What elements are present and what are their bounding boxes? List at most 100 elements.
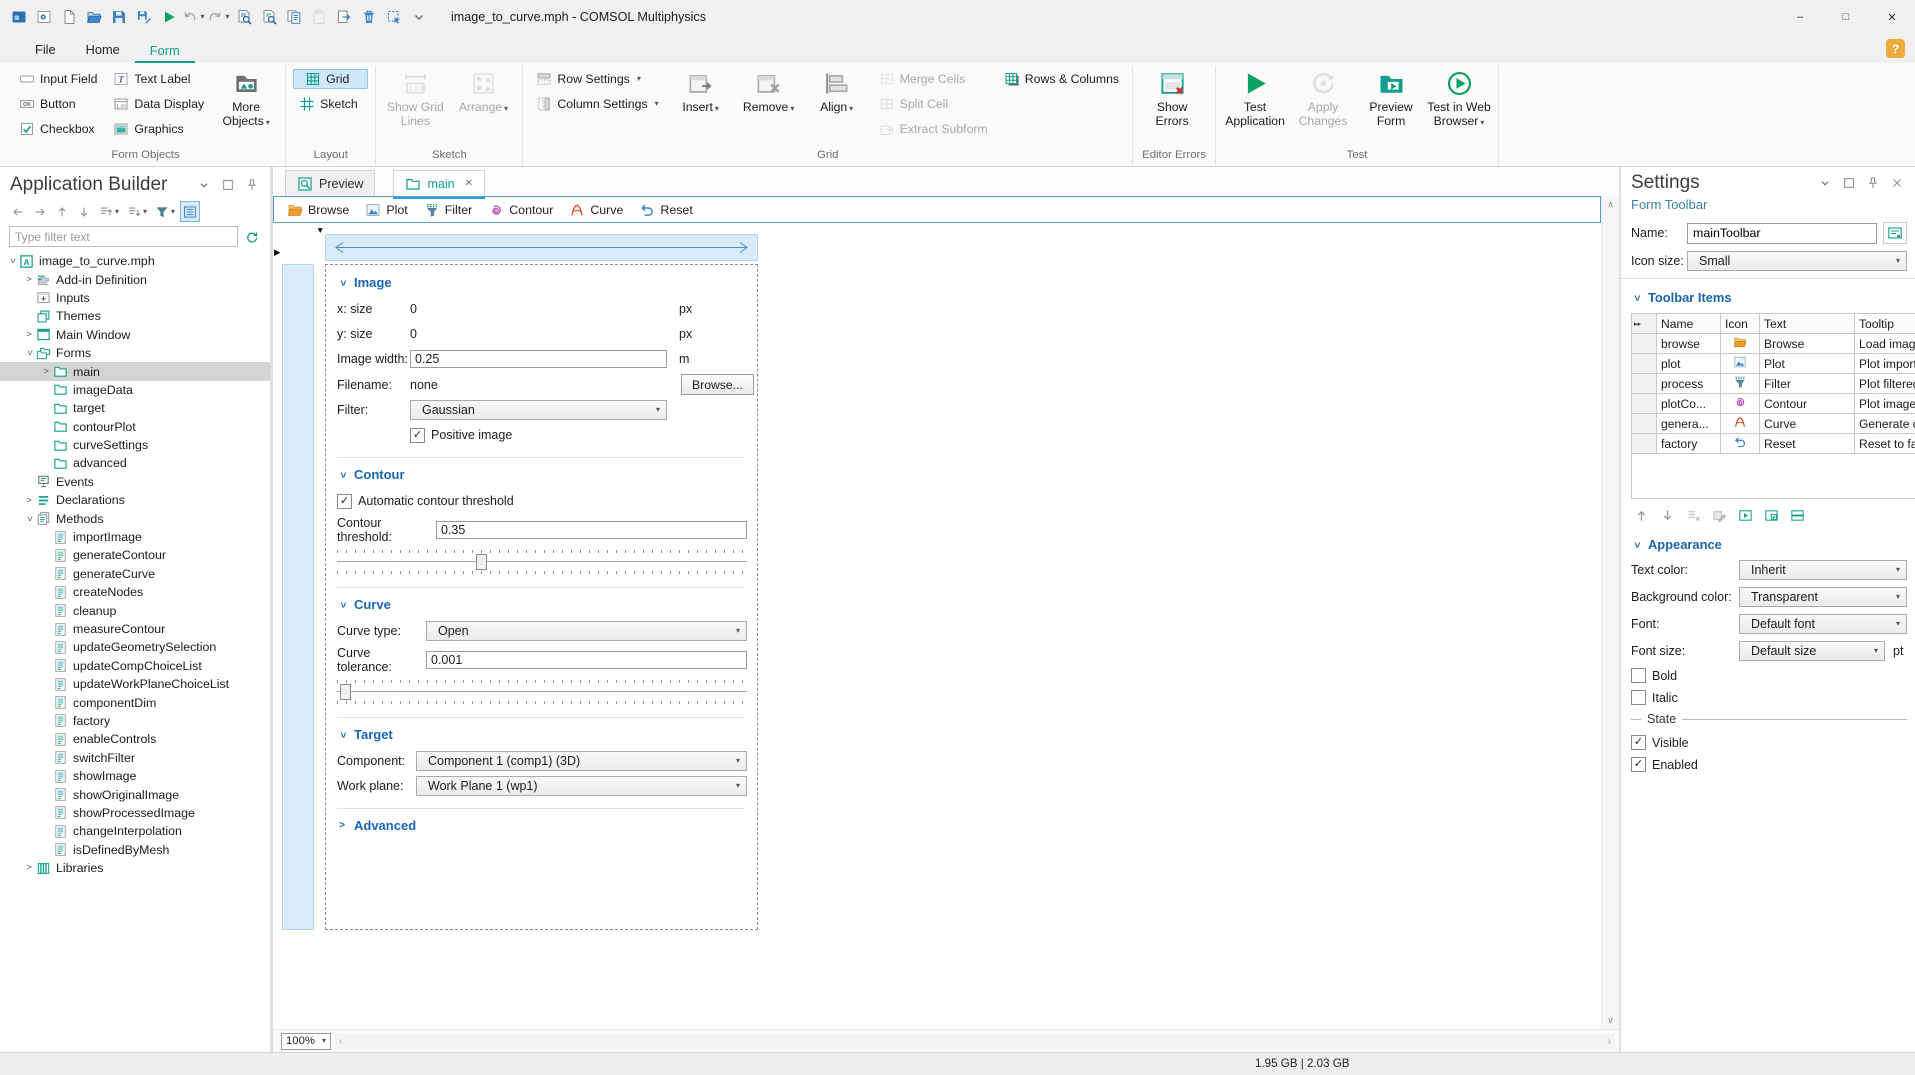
minimize-button[interactable]: – [1777,0,1823,34]
pin-panel-button[interactable] [242,175,262,196]
tree-item-libraries[interactable]: > Libraries [0,859,270,877]
toolbar-item-row[interactable]: browse BrowseLoad image... [1631,333,1915,354]
filter-button[interactable]: ▾ [152,201,178,222]
rename-button[interactable] [1883,222,1907,244]
slider-thumb[interactable] [340,684,352,700]
vertical-scrollbar[interactable]: ∧ ∨ [1601,196,1619,1029]
extract-subform-button[interactable]: Extract Subform [873,119,994,139]
tree-item-themes[interactable]: Themes [0,307,270,325]
column-settings-button[interactable]: Column Settings ▾ [530,94,664,114]
save-as-button[interactable] [131,4,156,30]
tree-item-cleanup[interactable]: cleanup [0,601,270,619]
threshold-slider[interactable] [337,549,747,575]
test-in-web-browser-button[interactable]: Test in Web Browser ▾ [1427,67,1491,141]
paste-button[interactable] [306,4,331,30]
move-up-button[interactable] [52,201,72,222]
tree-chevron-icon[interactable]: > [23,330,35,340]
move-to-form-button[interactable] [331,4,356,30]
row-handle[interactable] [1631,433,1657,454]
tree-item-imagedata[interactable]: imageData [0,381,270,399]
toolbar-item-row[interactable]: process FilterPlot filtered i... [1631,373,1915,394]
background-color-select[interactable]: Transparent ▾ [1739,587,1907,607]
slider-thumb[interactable] [475,554,487,570]
positive-image-checkbox[interactable]: ✓ [410,427,425,443]
curve-type-select[interactable]: Open ▾ [426,621,747,641]
ribbon-tab-home[interactable]: Home [71,37,135,63]
save-button[interactable] [106,4,131,30]
browse-button[interactable]: Browse... [681,374,754,395]
new-button[interactable] [56,4,81,30]
zoom-select[interactable]: 100% ▾ [281,1032,331,1050]
toolbar-item-row[interactable]: plot PlotPlot importe... [1631,353,1915,374]
tree-chevron-icon[interactable]: > [24,513,35,525]
tree-item-switchfilter[interactable]: switchFilter [0,749,270,767]
ribbon-tab-form[interactable]: Form [134,38,195,63]
icon-size-select[interactable]: Small ▾ [1687,251,1907,271]
component-select[interactable]: Component 1 (comp1) (3D) ▾ [416,751,747,771]
show-in-form-editor-button[interactable] [180,201,201,222]
section-header-contour[interactable]: > Contour [337,461,745,491]
toolbar-items-section-header[interactable]: > Toolbar Items [1631,283,1907,313]
move-down-button[interactable] [1657,505,1678,526]
graphics-button[interactable]: Graphics [107,119,210,139]
section-header-advanced[interactable]: > Advanced [337,812,745,842]
tree-item-componentdim[interactable]: componentDim [0,693,270,711]
tree-item-events[interactable]: Events [0,473,270,491]
bold-checkbox[interactable] [1631,668,1646,683]
panel-menu-button[interactable] [194,175,214,196]
collapse-all-button[interactable]: ▾ [96,201,122,222]
show-grid-lines-button[interactable]: 1.23 Show Grid Lines [383,67,447,141]
tree-item-updateworkplanechoicelist[interactable]: updateWorkPlaneChoiceList [0,675,270,693]
tree-item-measurecontour[interactable]: measureContour [0,620,270,638]
checkbox-button[interactable]: Checkbox [13,119,103,139]
font-size-select[interactable]: Default size ▾ [1739,641,1885,661]
scroll-right-icon[interactable]: › [1608,1036,1611,1047]
browse-button[interactable]: Browse [280,199,356,221]
duplicate-button[interactable] [281,4,306,30]
enabled-checkbox[interactable]: ✓ [1631,757,1646,772]
tree-item-generatecurve[interactable]: generateCurve [0,565,270,583]
tree-item-main[interactable]: > main [0,362,270,381]
scroll-up-icon[interactable]: ∧ [1607,199,1614,210]
tree-item-changeinterpolation[interactable]: changeInterpolation [0,822,270,840]
italic-checkbox[interactable] [1631,690,1646,705]
insert-button[interactable]: Insert ▾ [669,67,733,141]
edit-item-button[interactable] [1709,505,1730,526]
add-toggle-item-button[interactable] [1761,505,1782,526]
preview-all-button[interactable] [256,4,281,30]
plot-button[interactable]: Plot [358,199,414,221]
row-settings-button[interactable]: Row Settings ▾ [530,69,664,89]
work-plane-select[interactable]: Work Plane 1 (wp1) ▾ [416,776,747,796]
tree-item-image-to-curve-mph[interactable]: > Aimage_to_curve.mph [0,252,270,270]
grid-button[interactable]: Grid [293,69,369,89]
merge-cells-button[interactable]: Merge Cells [873,69,994,89]
close-button[interactable]: ✕ [1869,0,1915,34]
contour-threshold-input[interactable]: 0.35 [436,521,747,539]
tree-item-enablecontrols[interactable]: enableControls [0,730,270,748]
contour-button[interactable]: Contour [481,199,560,221]
tree-item-showoriginalimage[interactable]: showOriginalImage [0,785,270,803]
tree-item-factory[interactable]: factory [0,712,270,730]
scroll-down-icon[interactable]: ∨ [1607,1015,1614,1026]
app-button[interactable] [6,4,31,30]
toolbar-item-row[interactable]: plotCo... ContourPlot image c... [1631,393,1915,414]
tree-chevron-icon[interactable]: > [23,275,35,285]
tree-item-showprocessedimage[interactable]: showProcessedImage [0,804,270,822]
section-header-target[interactable]: > Target [337,721,745,751]
row-handle[interactable] [1631,413,1657,434]
rows-columns-button[interactable]: Rows & Columns [998,69,1125,89]
threshold-slider[interactable] [337,679,747,705]
run-application-button[interactable] [156,4,181,30]
add-separator-button[interactable] [1787,505,1808,526]
tree-item-updatecompchoicelist[interactable]: updateCompChoiceList [0,657,270,675]
scroll-left-icon[interactable]: ‹ [339,1036,342,1047]
toolbar-item-row[interactable]: genera... CurveGenerate cur... [1631,413,1915,434]
delete-item-button[interactable] [1683,505,1704,526]
sketch-button[interactable]: Sketch [293,94,368,114]
back-button[interactable] [8,201,28,222]
text-label-button[interactable]: T Text Label [107,69,210,89]
remove-button[interactable]: Remove ▾ [737,67,801,141]
float-panel-button[interactable] [218,175,238,196]
section-header-curve[interactable]: > Curve [337,591,745,621]
automatic-contour-threshold-checkbox[interactable]: ✓ [337,493,352,509]
